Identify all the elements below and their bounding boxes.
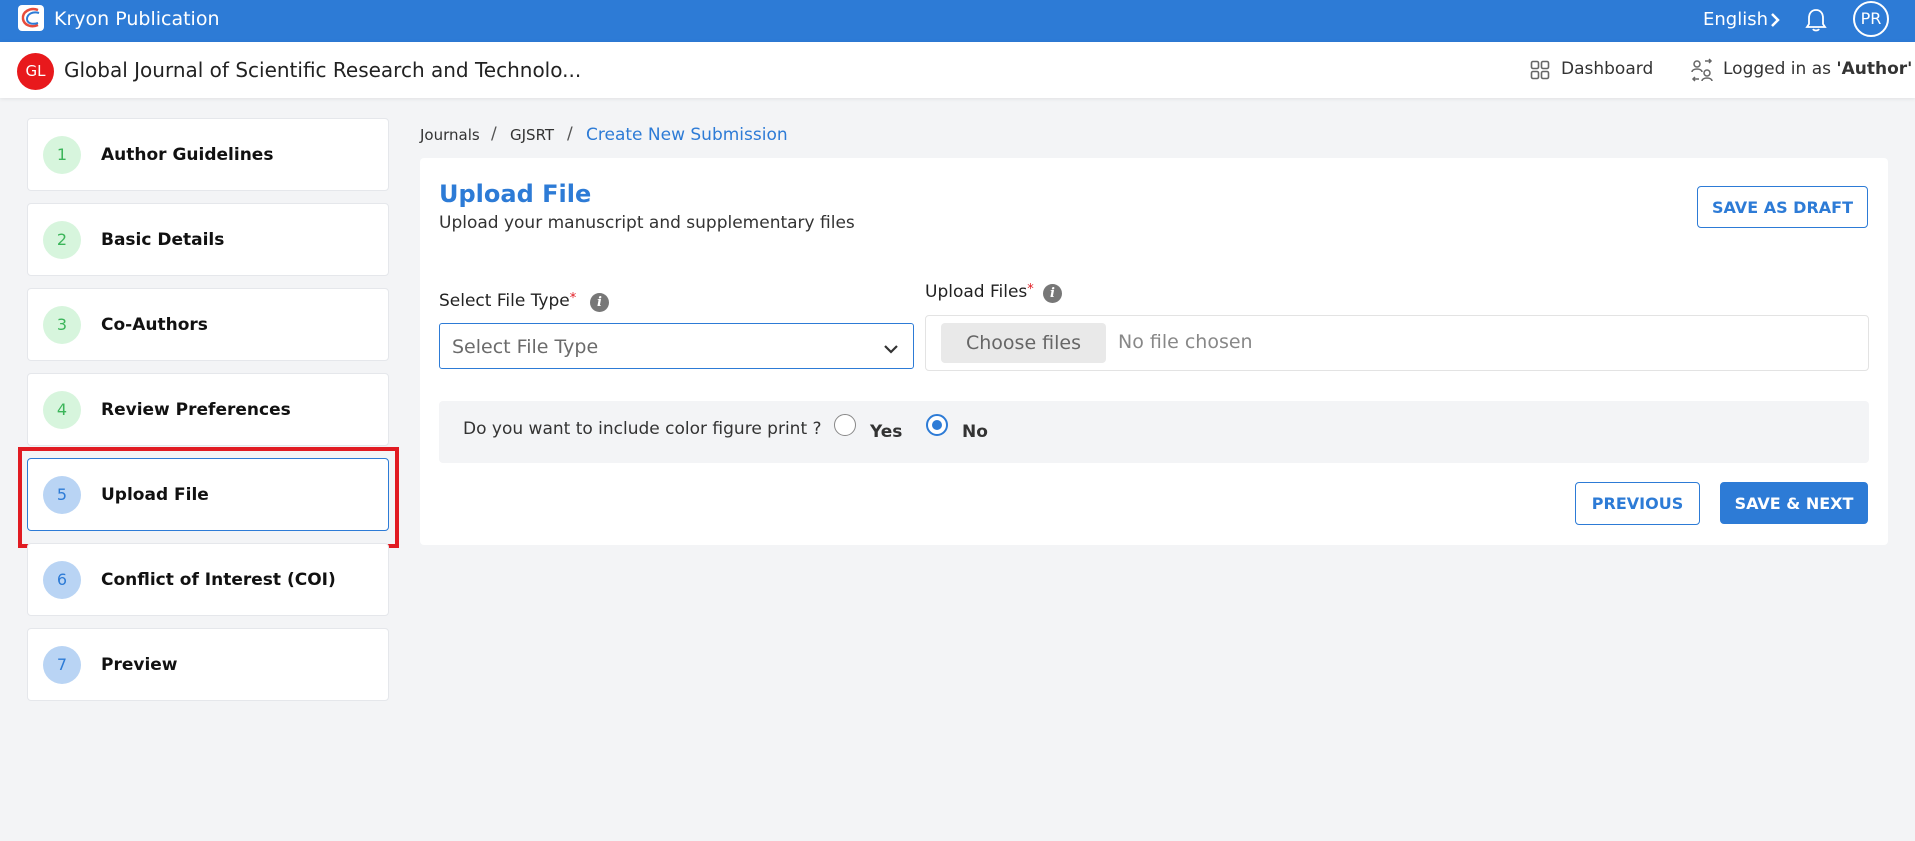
app-brand-name[interactable]: Kryon Publication (54, 8, 220, 30)
upload-files-label-text: Upload Files (925, 282, 1028, 302)
color-print-question-text: Do you want to include color figure prin… (463, 419, 822, 439)
previous-button[interactable]: PREVIOUS (1575, 482, 1700, 525)
bell-icon[interactable] (1804, 7, 1828, 37)
step-basic-details[interactable]: 2 Basic Details (27, 203, 389, 276)
user-avatar[interactable]: PR (1853, 1, 1889, 37)
dashboard-link[interactable]: Dashboard (1561, 59, 1653, 79)
file-upload-input[interactable]: Choose files No file chosen (925, 315, 1869, 371)
journal-title: Global Journal of Scientific Research an… (64, 58, 582, 82)
save-as-draft-button[interactable]: SAVE AS DRAFT (1697, 186, 1868, 228)
language-selector[interactable]: English (1703, 9, 1768, 30)
no-file-status: No file chosen (1118, 331, 1253, 353)
radio-yes[interactable] (834, 414, 856, 436)
file-type-placeholder: Select File Type (452, 336, 599, 358)
logged-in-prefix: Logged in as (1723, 59, 1837, 79)
user-switch-icon (1690, 58, 1714, 86)
color-print-question: Do you want to include color figure prin… (439, 401, 1869, 463)
radio-no[interactable] (926, 414, 948, 436)
breadcrumb-separator: / (491, 124, 497, 144)
logged-in-status: Logged in as 'Author' (1723, 59, 1912, 79)
step-number: 4 (43, 391, 81, 429)
breadcrumb-separator: / (567, 124, 573, 144)
step-number: 6 (43, 561, 81, 599)
journal-logo: GL (17, 53, 54, 90)
step-number: 3 (43, 306, 81, 344)
section-title: Upload File (439, 180, 592, 208)
choose-files-button[interactable]: Choose files (941, 323, 1106, 363)
info-icon[interactable]: i (1043, 284, 1062, 303)
step-author-guidelines[interactable]: 1 Author Guidelines (27, 118, 389, 191)
file-type-label: Select File Type* (439, 291, 576, 311)
kryon-logo-icon[interactable] (18, 5, 44, 31)
journal-header: GL Global Journal of Scientific Research… (0, 42, 1915, 98)
radio-no-label[interactable]: No (962, 422, 988, 442)
step-label: Review Preferences (101, 400, 291, 420)
step-conflict-of-interest[interactable]: 6 Conflict of Interest (COI) (27, 543, 389, 616)
chevron-right-icon[interactable] (1770, 12, 1780, 32)
step-review-preferences[interactable]: 4 Review Preferences (27, 373, 389, 446)
breadcrumb-current: Create New Submission (586, 125, 788, 145)
breadcrumb-gjsrt[interactable]: GJSRT (510, 126, 554, 144)
upload-file-card: Upload File Upload your manuscript and s… (420, 158, 1888, 545)
required-mark: * (1027, 282, 1034, 297)
step-number: 2 (43, 221, 81, 259)
required-mark: * (569, 291, 577, 306)
section-subtitle: Upload your manuscript and supplementary… (439, 213, 855, 233)
step-number: 7 (43, 646, 81, 684)
file-type-select[interactable]: Select File Type (439, 323, 914, 369)
save-next-button[interactable]: SAVE & NEXT (1720, 482, 1868, 524)
active-step-highlight (18, 447, 399, 548)
step-label: Co-Authors (101, 315, 208, 335)
step-preview[interactable]: 7 Preview (27, 628, 389, 701)
top-bar: Kryon Publication English PR (0, 0, 1915, 42)
step-number: 1 (43, 136, 81, 174)
info-icon[interactable]: i (590, 293, 609, 312)
file-type-label-text: Select File Type (439, 291, 570, 311)
grid-icon[interactable] (1530, 60, 1550, 84)
upload-files-label: Upload Files* (925, 282, 1034, 302)
logged-in-role: 'Author' (1836, 59, 1913, 79)
chevron-down-icon (883, 340, 899, 359)
step-label: Basic Details (101, 230, 225, 250)
breadcrumb-journals[interactable]: Journals (420, 126, 480, 144)
step-co-authors[interactable]: 3 Co-Authors (27, 288, 389, 361)
step-label: Author Guidelines (101, 145, 274, 165)
step-label: Conflict of Interest (COI) (101, 570, 336, 590)
radio-yes-label[interactable]: Yes (870, 422, 902, 442)
step-label: Preview (101, 655, 178, 675)
